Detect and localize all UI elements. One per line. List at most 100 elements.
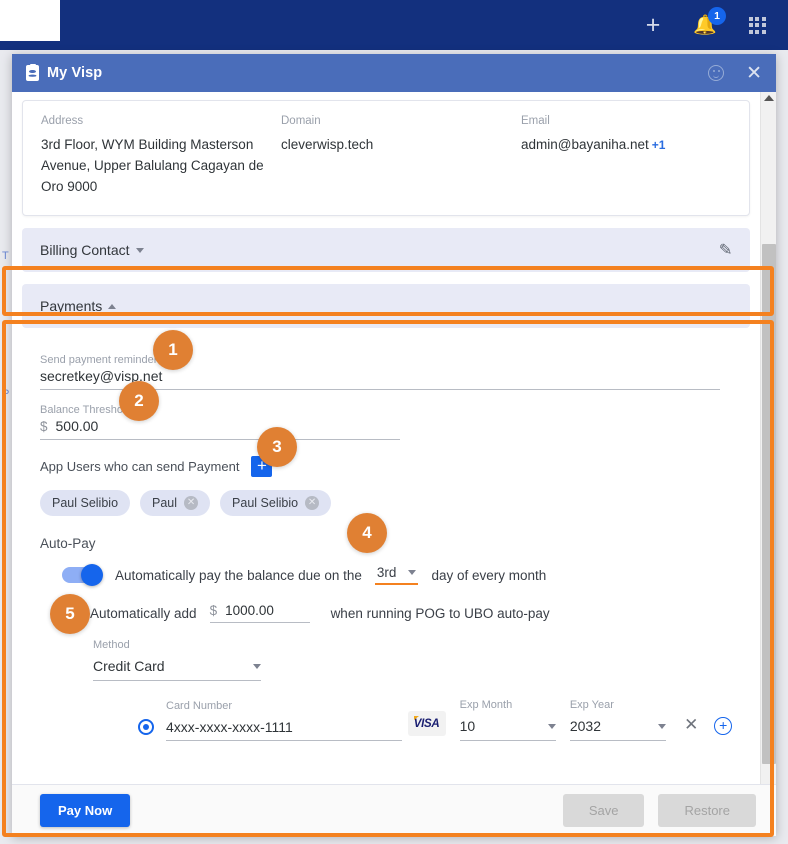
chip-label: Paul xyxy=(152,496,178,511)
exp-month-value: 10 xyxy=(459,718,476,735)
exp-year-field[interactable]: Exp Year 2032 xyxy=(569,699,667,742)
address-column: Address 3rd Floor, WYM Building Masterso… xyxy=(41,115,281,197)
exp-month-label: Exp Month xyxy=(459,699,513,712)
exp-year-select[interactable]: 2032 xyxy=(569,716,667,742)
plus-icon[interactable]: + xyxy=(640,12,666,38)
auto-add-row: Automatically add $ 1000.00 when running… xyxy=(40,603,732,624)
billing-contact-label: Billing Contact xyxy=(40,242,130,259)
credit-card-row: Card Number 4xxx-xxxx-xxxx-1111 VISA Exp… xyxy=(40,699,733,742)
modal-title: My Visp xyxy=(47,65,103,81)
auto-pay-day-value: 3rd xyxy=(376,565,397,581)
auto-pay-day-select[interactable]: 3rd xyxy=(374,565,419,586)
payment-reminders-label: Send payment reminders to xyxy=(40,354,176,367)
id-badge-icon xyxy=(26,63,39,81)
background-text-1: T xyxy=(2,250,9,262)
app-users-row: App Users who can send Payment + xyxy=(40,456,732,478)
email-label: Email xyxy=(521,115,550,127)
balance-threshold-label: Balance Threshold xyxy=(40,404,132,417)
domain-column: Domain cleverwisp.tech xyxy=(281,115,521,197)
app-users-label: App Users who can send Payment xyxy=(40,459,240,475)
address-value: 3rd Floor, WYM Building Masterson Avenue… xyxy=(41,137,264,195)
auto-add-text-before: Automatically add xyxy=(90,605,197,621)
currency-symbol: $ xyxy=(209,603,218,619)
app-logo[interactable] xyxy=(0,0,60,41)
exp-month-field[interactable]: Exp Month 10 xyxy=(459,699,556,742)
chip-label: Paul Selibio xyxy=(232,496,299,511)
modal-body: Address 3rd Floor, WYM Building Masterso… xyxy=(12,92,776,784)
callout-marker-4: 4 xyxy=(347,513,387,553)
exp-year-label: Exp Year xyxy=(569,699,614,712)
exp-year-value: 2032 xyxy=(569,718,601,735)
auto-pay-toggle-row: Automatically pay the balance due on the… xyxy=(40,564,732,587)
chevron-down-icon xyxy=(658,723,667,729)
scroll-up-arrow-icon[interactable] xyxy=(764,95,774,101)
notification-badge: 1 xyxy=(708,7,726,25)
auto-pay-text-after: day of every month xyxy=(431,567,547,583)
grid-apps-icon[interactable] xyxy=(744,12,770,38)
method-field: Method Credit Card xyxy=(40,639,732,682)
pay-now-button[interactable]: Pay Now xyxy=(40,794,131,827)
bell-icon[interactable]: 🔔 1 xyxy=(692,7,726,38)
restore-button[interactable]: Restore xyxy=(658,794,756,827)
card-select-radio[interactable] xyxy=(138,719,154,736)
address-label: Address xyxy=(41,115,84,127)
auto-pay-toggle[interactable] xyxy=(62,564,103,587)
app-bar-actions: + 🔔 1 xyxy=(640,0,770,50)
scrollbar[interactable] xyxy=(760,92,776,784)
smiley-icon[interactable] xyxy=(708,65,725,81)
callout-marker-2: 2 xyxy=(119,381,159,421)
chip-remove-icon[interactable]: ✕ xyxy=(184,496,199,511)
callout-marker-3: 3 xyxy=(257,427,297,467)
my-visp-modal: My Visp ✕ Address 3rd Floor, WYM Buildin… xyxy=(12,54,776,836)
top-app-bar: + 🔔 1 xyxy=(0,0,788,50)
app-users-chip-list: Paul Selibio Paul ✕ Paul Selibio ✕ xyxy=(40,490,732,517)
email-value-row: admin@bayaniha.net +1 xyxy=(521,134,731,155)
exp-month-select[interactable]: 10 xyxy=(459,716,556,742)
modal-title-bar: My Visp ✕ xyxy=(12,54,776,92)
method-label: Method xyxy=(93,639,130,652)
background-text-2: P xyxy=(2,388,10,400)
pencil-icon[interactable]: ✎ xyxy=(718,240,732,260)
method-select[interactable]: Credit Card xyxy=(93,656,261,682)
method-value: Credit Card xyxy=(93,658,165,675)
chevron-down-icon xyxy=(408,570,417,576)
balance-threshold-field[interactable]: Balance Threshold $ 500.00 xyxy=(40,404,400,441)
callout-marker-5: 5 xyxy=(50,594,90,634)
close-icon[interactable]: ✕ xyxy=(746,64,762,83)
payments-label: Payments xyxy=(40,298,103,315)
list-item[interactable]: Paul Selibio xyxy=(40,490,131,517)
card-number-field[interactable]: Card Number 4xxx-xxxx-xxxx-1111 xyxy=(166,700,402,742)
list-item[interactable]: Paul ✕ xyxy=(140,490,211,517)
save-button[interactable]: Save xyxy=(562,794,645,827)
billing-contact-accordion[interactable]: Billing Contact ✎ xyxy=(22,228,750,273)
chip-remove-icon[interactable]: ✕ xyxy=(305,496,320,511)
callout-marker-1: 1 xyxy=(153,330,193,370)
account-info-card: Address 3rd Floor, WYM Building Masterso… xyxy=(22,100,750,217)
chevron-down-icon xyxy=(253,663,261,669)
auto-add-text-after: when running POG to UBO auto-pay xyxy=(330,605,550,621)
chevron-down-icon xyxy=(547,723,556,729)
remove-card-icon[interactable]: ✕ xyxy=(684,715,698,735)
modal-scroll-area: Address 3rd Floor, WYM Building Masterso… xyxy=(12,92,760,784)
screen: + 🔔 1 T P My Visp ✕ Address 3rd Floor, W… xyxy=(0,0,788,844)
auto-add-amount-input[interactable]: 1000.00 xyxy=(225,603,274,618)
chevron-down-icon xyxy=(135,247,144,253)
currency-symbol: $ xyxy=(40,419,48,435)
balance-threshold-input[interactable]: 500.00 xyxy=(56,418,99,434)
email-extra-count[interactable]: +1 xyxy=(652,138,666,152)
plus-circle-icon[interactable]: + xyxy=(714,717,733,736)
auto-pay-text-before: Automatically pay the balance due on the xyxy=(115,567,362,583)
card-number-input[interactable]: 4xxx-xxxx-xxxx-1111 xyxy=(166,717,402,742)
domain-value: cleverwisp.tech xyxy=(281,137,374,152)
domain-label: Domain xyxy=(281,115,321,127)
payments-accordion[interactable]: Payments xyxy=(22,284,750,329)
card-number-label: Card Number xyxy=(166,700,233,713)
modal-footer: Pay Now Save Restore xyxy=(12,784,776,836)
email-column: Email admin@bayaniha.net +1 xyxy=(521,115,731,197)
list-item[interactable]: Paul Selibio ✕ xyxy=(220,490,332,517)
visa-logo-icon: VISA xyxy=(407,711,446,737)
email-value: admin@bayaniha.net xyxy=(521,137,649,152)
scrollbar-thumb[interactable] xyxy=(762,244,776,764)
auto-add-amount-field[interactable]: $ 1000.00 xyxy=(209,603,310,624)
chip-label: Paul Selibio xyxy=(52,496,119,511)
